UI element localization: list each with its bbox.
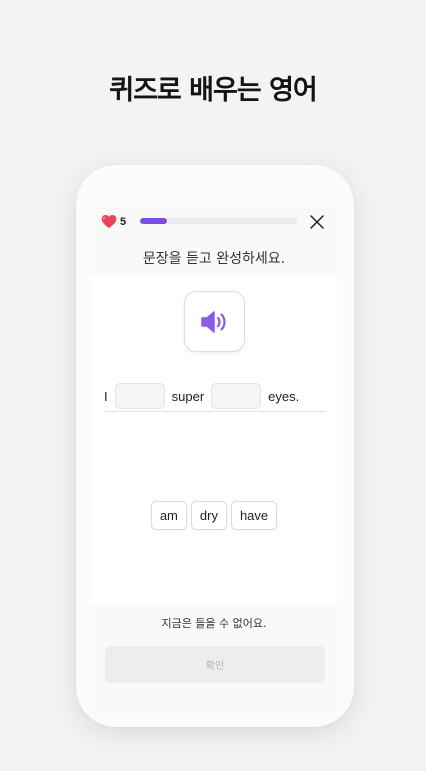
- cant-listen-link[interactable]: 지금은 들을 수 없어요.: [91, 615, 337, 631]
- close-icon[interactable]: [309, 214, 325, 230]
- hearts-counter: 5: [101, 214, 126, 229]
- instruction-text: 문장을 듣고 완성하세요.: [142, 251, 286, 267]
- quiz-screen: 5 문장을 듣고 완성하세요. I super eyes. am dry hav…: [91, 205, 337, 711]
- sentence-word: eyes.: [268, 388, 300, 404]
- sentence-row: I super eyes.: [104, 381, 326, 412]
- sentence-word: I: [104, 388, 108, 404]
- answer-blank-2[interactable]: [211, 383, 262, 409]
- choice-dry[interactable]: dry: [190, 501, 227, 530]
- confirm-button[interactable]: 확인: [105, 646, 325, 683]
- word-choices: am dry have: [91, 501, 337, 530]
- answer-blank-1[interactable]: [114, 383, 165, 409]
- page-headline: 퀴즈로 배우는 영어: [109, 75, 318, 106]
- quiz-header: 5 문장을 듣고 완성하세요.: [91, 205, 337, 275]
- quiz-footer: 지금은 들을 수 없어요. 확인: [91, 605, 337, 711]
- heart-icon: [101, 215, 117, 229]
- choice-am[interactable]: am: [150, 501, 187, 530]
- speaker-icon: [200, 310, 226, 333]
- hearts-count: 5: [120, 215, 127, 228]
- sentence-word: super: [171, 388, 205, 404]
- progress-fill: [140, 218, 167, 224]
- play-audio-button[interactable]: [184, 291, 245, 352]
- progress-bar: [140, 218, 298, 224]
- choice-have[interactable]: have: [230, 501, 278, 530]
